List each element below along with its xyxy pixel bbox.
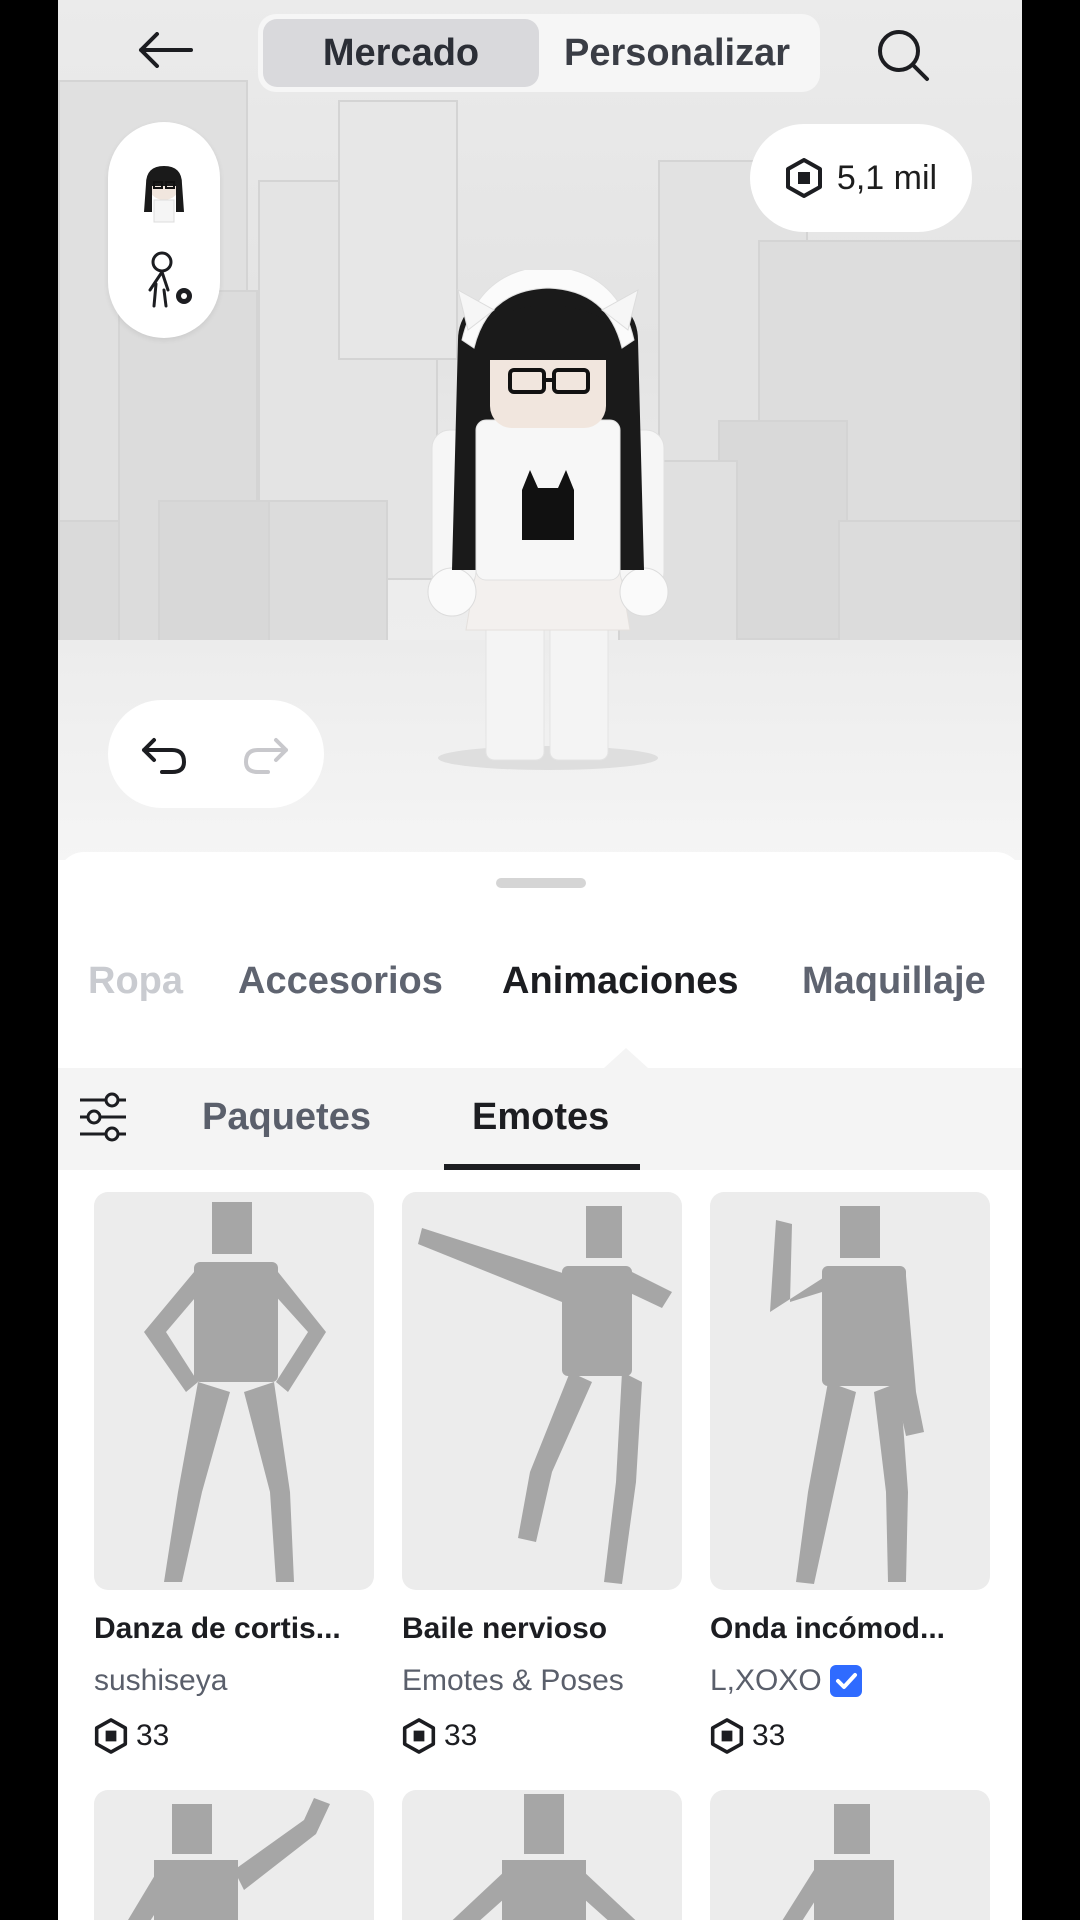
avatar-model[interactable] <box>418 270 678 770</box>
emote-thumbnail[interactable] <box>94 1790 374 1920</box>
search-button[interactable] <box>868 20 938 90</box>
emote-thumbnail[interactable] <box>402 1790 682 1920</box>
avatar-thumbnail[interactable] <box>132 160 196 224</box>
robux-icon <box>710 1718 744 1754</box>
filter-sliders-icon[interactable] <box>76 1090 130 1144</box>
emote-title: Danza de cortis... <box>94 1612 341 1645</box>
undo-redo-controls <box>108 700 324 808</box>
pose-silhouette-icon <box>128 1798 330 1920</box>
category-tabs: Ropa Accesorios Animaciones Maquillaje <box>58 960 1022 1030</box>
category-ropa[interactable]: Ropa <box>88 960 183 1003</box>
tab-mercado[interactable]: Mercado <box>263 19 539 87</box>
verified-badge-icon <box>829 1665 862 1697</box>
emote-thumbnail <box>402 1192 682 1590</box>
emote-title: Onda incómod... <box>710 1612 946 1645</box>
pose-silhouette-icon <box>782 1804 894 1920</box>
top-bar: Mercado Personalizar <box>58 0 1022 110</box>
emote-price: 33 <box>94 1718 169 1754</box>
emote-thumbnail[interactable] <box>710 1790 990 1920</box>
search-icon <box>878 30 929 81</box>
robux-icon <box>785 158 822 198</box>
tab-personalizar[interactable]: Personalizar <box>539 19 815 87</box>
emote-thumbnail <box>94 1192 374 1590</box>
sheet-drag-handle[interactable] <box>496 878 586 888</box>
arrow-left-icon <box>139 32 193 68</box>
category-animaciones[interactable]: Animaciones <box>502 960 739 1003</box>
active-category-indicator <box>604 1048 648 1068</box>
subcategory-bar: Paquetes Emotes <box>58 1068 1022 1170</box>
pose-silhouette-icon <box>418 1206 672 1584</box>
pose-silhouette-icon <box>144 1202 326 1582</box>
catalog-sheet: Ropa Accesorios Animaciones Maquillaje P… <box>58 852 1022 1920</box>
category-maquillaje[interactable]: Maquillaje <box>802 960 986 1003</box>
active-subtab-underline <box>444 1164 640 1170</box>
mode-switcher: Mercado Personalizar <box>258 14 820 92</box>
app-frame: Mercado Personalizar 5,1 mil Ropa Acceso… <box>58 0 1022 1920</box>
emote-creator: L,XOXO <box>710 1664 862 1698</box>
subtab-paquetes[interactable]: Paquetes <box>202 1096 371 1139</box>
emote-title: Baile nervioso <box>402 1612 608 1645</box>
avatar-tools-panel <box>108 122 220 338</box>
emote-creator: Emotes & Poses <box>402 1664 624 1697</box>
robux-icon <box>402 1718 436 1754</box>
avatar-settings-icon[interactable] <box>142 250 198 310</box>
pose-silhouette-icon <box>770 1206 924 1584</box>
subtab-emotes[interactable]: Emotes <box>472 1096 609 1139</box>
emote-creator: sushiseya <box>94 1664 228 1697</box>
pose-silhouette-icon <box>452 1794 636 1920</box>
emote-thumbnail <box>710 1192 990 1590</box>
redo-icon[interactable] <box>238 726 294 782</box>
robux-balance[interactable]: 5,1 mil <box>750 124 972 232</box>
back-button[interactable] <box>130 22 200 78</box>
category-accesorios[interactable]: Accesorios <box>238 960 443 1003</box>
robux-icon <box>94 1718 128 1754</box>
emote-price: 33 <box>402 1718 477 1754</box>
robux-amount: 5,1 mil <box>836 158 938 197</box>
emote-price: 33 <box>710 1718 785 1754</box>
undo-icon[interactable] <box>136 726 192 782</box>
